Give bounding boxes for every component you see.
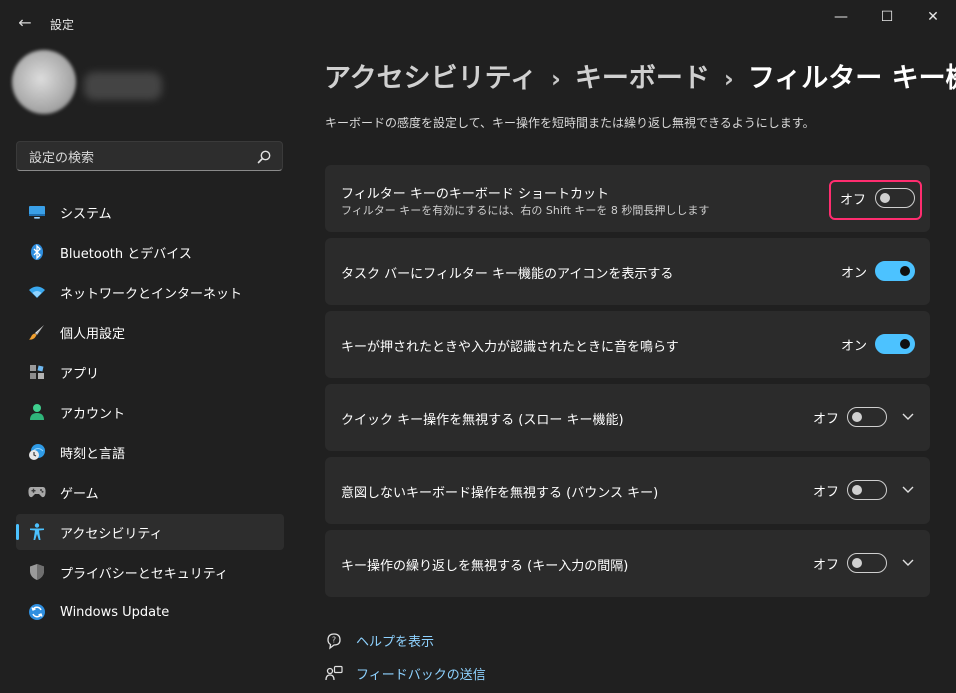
feedback-link[interactable]: フィードバックの送信 [324,664,486,683]
setting-title: キーが押されたときや入力が認識されたときに音を鳴らす [341,340,679,355]
sidebar-item-system[interactable]: システム [16,194,284,230]
toggle-knob [852,558,862,568]
minimize-button[interactable]: — [818,6,864,28]
sidebar-item-gaming[interactable]: ゲーム [16,474,284,510]
toggle-state-label: オフ [813,412,840,427]
sidebar-item-time-language[interactable]: 時刻と言語 [16,434,284,470]
toggle-state-label: オフ [840,193,867,208]
breadcrumb-separator: › [723,65,734,93]
breadcrumb-separator: › [551,65,561,93]
sidebar-item-label: 個人用設定 [60,326,126,342]
toggle-knob [852,485,862,495]
maximize-button[interactable]: ☐ [864,6,910,28]
wifi-icon [28,283,46,301]
app-title: 設定 [50,18,75,32]
bounce-keys-toggle[interactable] [847,480,887,500]
feedback-icon [324,665,344,683]
sidebar-item-label: ゲーム [60,486,99,502]
setting-title: フィルター キーのキーボード ショートカット [341,187,610,202]
chevron-down-icon[interactable] [901,409,915,423]
setting-card-taskbar-icon: タスク バーにフィルター キー機能のアイコンを表示する オン [325,238,930,305]
sidebar-item-accounts[interactable]: アカウント [16,394,284,430]
slow-keys-toggle[interactable] [847,407,887,427]
help-link[interactable]: ? ヘルプを表示 [324,631,434,650]
setting-title: 意図しないキーボード操作を無視する (バウンス キー) [341,486,659,501]
toggle-state-label: オン [841,339,868,354]
sidebar-item-label: アプリ [60,366,100,382]
setting-title: クイック キー操作を無視する (スロー キー機能) [341,413,624,428]
back-button[interactable]: ← [14,12,36,34]
sidebar-item-privacy[interactable]: プライバシーとセキュリティ [16,554,284,590]
avatar[interactable] [12,50,76,114]
sidebar-item-label: プライバシーとセキュリティ [60,566,228,582]
sidebar-item-label: 時刻と言語 [60,446,126,462]
page-title: フィルター キー機能 [747,63,956,94]
setting-card-repeat-keys[interactable]: キー操作の繰り返しを無視する (キー入力の間隔) オフ [325,530,930,597]
sidebar-item-label: アクセシビリティ [60,526,163,542]
accessibility-icon [28,523,46,541]
username-blurred [84,72,162,100]
toggle-state-label: オン [841,266,868,281]
sidebar-item-personalization[interactable]: 個人用設定 [16,314,284,350]
update-icon [28,603,46,621]
sidebar-item-apps[interactable]: アプリ [16,354,284,390]
sidebar-item-label: ネットワークとインターネット [60,286,243,302]
feedback-link-label[interactable]: フィードバックの送信 [356,664,486,683]
toggle-knob [900,339,910,349]
toggle-knob [900,266,910,276]
search-icon[interactable] [256,149,272,165]
sidebar-nav: システム Bluetooth とデバイス ネットワークとインターネット 個人用設… [16,194,284,634]
svg-text:?: ? [332,635,336,644]
breadcrumb-accessibility[interactable]: アクセシビリティ [324,63,537,94]
toggle-state-label: オフ [813,485,840,500]
help-icon: ? [324,632,344,650]
monitor-icon [28,203,46,221]
breadcrumb: アクセシビリティ › キーボード › フィルター キー機能 [324,56,956,95]
repeat-keys-toggle[interactable] [847,553,887,573]
breadcrumb-keyboard[interactable]: キーボード [575,63,710,94]
sidebar-item-label: Windows Update [60,604,170,620]
chevron-down-icon[interactable] [901,482,915,496]
back-arrow-icon: ← [18,13,32,32]
gamepad-icon [28,483,46,501]
toggle-state-label: オフ [813,558,840,573]
toggle-knob [880,193,890,203]
bluetooth-icon [28,243,46,261]
sidebar-item-accessibility[interactable]: アクセシビリティ [16,514,284,550]
chevron-down-icon[interactable] [901,555,915,569]
toggle-knob [852,412,862,422]
setting-title: キー操作の繰り返しを無視する (キー入力の間隔) [341,559,629,574]
sidebar-item-windows-update[interactable]: Windows Update [16,594,284,630]
filter-keys-shortcut-toggle[interactable] [875,188,915,208]
sidebar-item-network[interactable]: ネットワークとインターネット [16,274,284,310]
setting-subtitle: フィルター キーを有効にするには、右の Shift キーを 8 秒間長押しします [341,204,710,217]
close-window-button[interactable]: ✕ [910,6,956,28]
setting-card-filter-keys-shortcut: フィルター キーのキーボード ショートカット フィルター キーを有効にするには、… [325,165,930,232]
sidebar-item-bluetooth[interactable]: Bluetooth とデバイス [16,234,284,270]
search-input[interactable] [27,148,251,168]
globe-clock-icon [28,443,46,461]
sidebar-item-label: アカウント [60,406,126,422]
brush-icon [28,323,46,341]
sidebar-item-label: システム [60,206,112,222]
setting-card-sound: キーが押されたときや入力が認識されたときに音を鳴らす オン [325,311,930,378]
apps-icon [28,363,46,381]
setting-title: タスク バーにフィルター キー機能のアイコンを表示する [341,267,674,282]
help-link-label[interactable]: ヘルプを表示 [356,631,434,650]
page-description: キーボードの感度を設定して、キー操作を短時間または繰り返し無視できるようにします… [325,116,815,130]
shield-icon [28,563,46,581]
title-bar: ← 設定 — ☐ ✕ [0,0,956,46]
taskbar-icon-toggle[interactable] [875,261,915,281]
setting-card-bounce-keys[interactable]: 意図しないキーボード操作を無視する (バウンス キー) オフ [325,457,930,524]
search-box[interactable] [16,141,283,171]
person-icon [28,403,46,421]
setting-card-slow-keys[interactable]: クイック キー操作を無視する (スロー キー機能) オフ [325,384,930,451]
sound-toggle[interactable] [875,334,915,354]
sidebar-item-label: Bluetooth とデバイス [60,246,192,262]
